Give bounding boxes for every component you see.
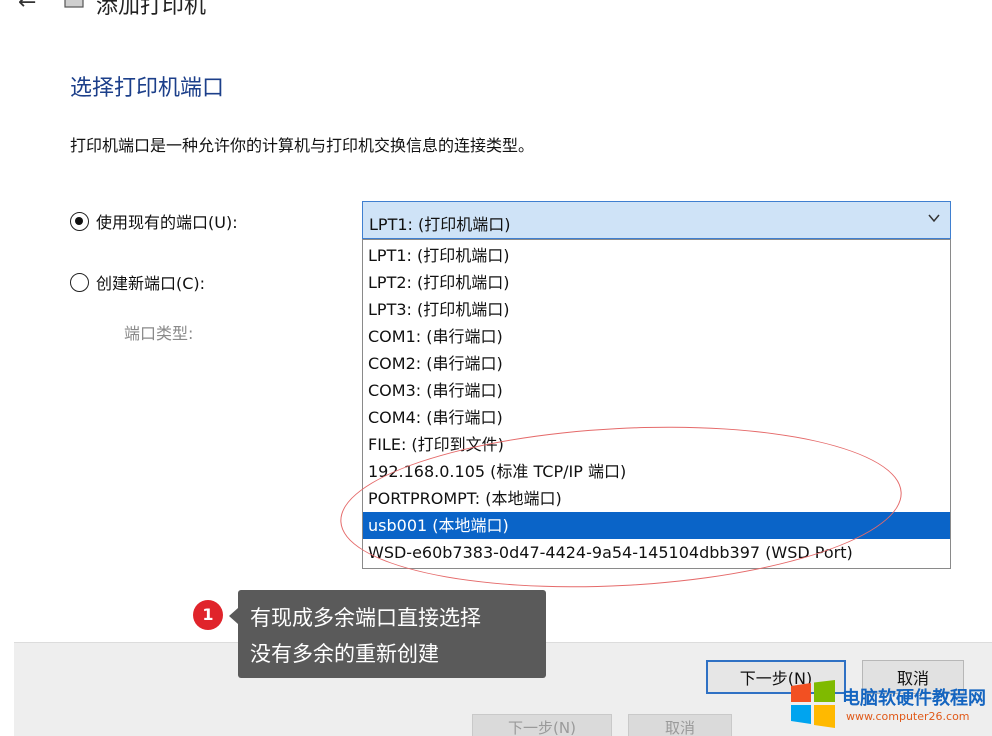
port-option[interactable]: usb001 (本地端口): [363, 512, 950, 539]
annotation-number-badge: 1: [193, 600, 223, 630]
watermark-title: 电脑软硬件教程网: [842, 688, 986, 709]
windows-logo-icon: [791, 680, 835, 728]
port-option[interactable]: 192.168.0.105 (标准 TCP/IP 端口): [363, 458, 950, 485]
annotation-line-1: 有现成多余端口直接选择: [250, 606, 481, 630]
page-description: 打印机端口是一种允许你的计算机与打印机交换信息的连接类型。: [70, 136, 535, 155]
port-option[interactable]: COM3: (串行端口): [363, 377, 950, 404]
annotation-callout: 有现成多余端口直接选择 没有多余的重新创建: [229, 590, 546, 678]
port-type-label: 端口类型:: [124, 324, 194, 343]
port-option[interactable]: LPT3: (打印机端口): [363, 296, 950, 323]
printer-icon: [64, 0, 84, 8]
page-title: 选择打印机端口: [70, 76, 225, 101]
create-new-port-option[interactable]: 创建新端口(C):: [70, 270, 205, 294]
port-option[interactable]: WSD-e60b7383-0d47-4424-9a54-145104dbb397…: [363, 539, 950, 566]
use-existing-port-option[interactable]: 使用现有的端口(U):: [70, 209, 238, 233]
port-option[interactable]: LPT1: (打印机端口): [363, 242, 950, 269]
use-existing-port-label: 使用现有的端口(U):: [96, 213, 238, 232]
port-select[interactable]: LPT1: (打印机端口): [362, 201, 951, 239]
back-arrow-icon[interactable]: ←: [18, 0, 36, 15]
port-option[interactable]: COM1: (串行端口): [363, 323, 950, 350]
port-option[interactable]: FILE: (打印到文件): [363, 431, 950, 458]
create-new-port-label: 创建新端口(C):: [96, 274, 206, 293]
port-option[interactable]: COM4: (串行端口): [363, 404, 950, 431]
create-new-port-radio[interactable]: [70, 272, 89, 292]
next-button-ghost: 下一步(N): [472, 714, 612, 736]
use-existing-port-radio[interactable]: [70, 211, 89, 231]
port-select-value: LPT1: (打印机端口): [369, 215, 511, 234]
title-bar: ← 添加打印机: [0, 0, 992, 19]
annotation-line-2: 没有多余的重新创建: [250, 642, 439, 666]
port-option[interactable]: PORTPROMPT: (本地端口): [363, 485, 950, 512]
port-dropdown-list[interactable]: LPT1: (打印机端口) LPT2: (打印机端口) LPT3: (打印机端口…: [362, 239, 951, 569]
port-option[interactable]: LPT2: (打印机端口): [363, 269, 950, 296]
chevron-down-icon[interactable]: [926, 210, 942, 226]
window-title: 添加打印机: [96, 0, 207, 19]
cancel-button-ghost: 取消: [628, 714, 732, 736]
watermark-url: www.computer26.com: [846, 710, 970, 723]
port-option[interactable]: COM2: (串行端口): [363, 350, 950, 377]
